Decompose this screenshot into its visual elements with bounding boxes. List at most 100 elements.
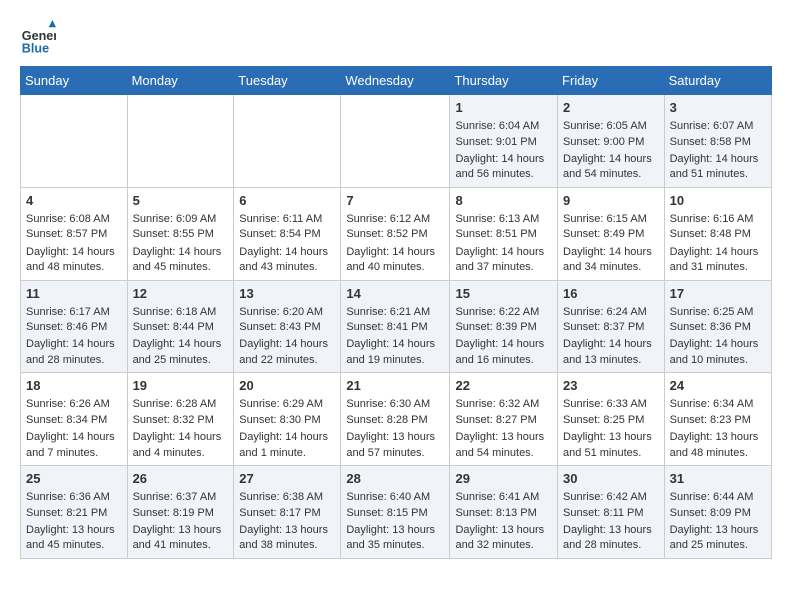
page-header: General Blue	[20, 20, 772, 56]
calendar-cell: 5Sunrise: 6:09 AMSunset: 8:55 PMDaylight…	[127, 187, 234, 280]
daylight-info: Daylight: 13 hours and 57 minutes.	[346, 430, 444, 461]
day-number: 3	[670, 99, 766, 117]
sunset-info: Sunset: 8:27 PM	[455, 414, 536, 426]
day-number: 2	[563, 99, 659, 117]
sunrise-info: Sunrise: 6:04 AM	[455, 120, 539, 132]
day-number: 27	[239, 470, 335, 488]
sunset-info: Sunset: 8:13 PM	[455, 507, 536, 519]
calendar-cell: 23Sunrise: 6:33 AMSunset: 8:25 PMDayligh…	[558, 373, 665, 466]
day-number: 12	[133, 285, 229, 303]
daylight-info: Daylight: 14 hours and 22 minutes.	[239, 337, 335, 368]
daylight-info: Daylight: 14 hours and 1 minute.	[239, 430, 335, 461]
sunset-info: Sunset: 8:44 PM	[133, 321, 214, 333]
sunrise-info: Sunrise: 6:42 AM	[563, 491, 647, 503]
sunset-info: Sunset: 8:57 PM	[26, 228, 107, 240]
sunset-info: Sunset: 8:28 PM	[346, 414, 427, 426]
sunrise-info: Sunrise: 6:13 AM	[455, 213, 539, 225]
sunrise-info: Sunrise: 6:40 AM	[346, 491, 430, 503]
day-number: 5	[133, 192, 229, 210]
sunrise-info: Sunrise: 6:12 AM	[346, 213, 430, 225]
sunset-info: Sunset: 9:00 PM	[563, 136, 644, 148]
sunset-info: Sunset: 8:15 PM	[346, 507, 427, 519]
sunset-info: Sunset: 9:01 PM	[455, 136, 536, 148]
daylight-info: Daylight: 13 hours and 38 minutes.	[239, 523, 335, 554]
calendar-cell: 2Sunrise: 6:05 AMSunset: 9:00 PMDaylight…	[558, 95, 665, 188]
sunrise-info: Sunrise: 6:22 AM	[455, 306, 539, 318]
day-number: 29	[455, 470, 552, 488]
sunset-info: Sunset: 8:39 PM	[455, 321, 536, 333]
daylight-info: Daylight: 14 hours and 16 minutes.	[455, 337, 552, 368]
day-number: 14	[346, 285, 444, 303]
header-sunday: Sunday	[21, 67, 128, 95]
day-number: 9	[563, 192, 659, 210]
sunset-info: Sunset: 8:43 PM	[239, 321, 320, 333]
sunset-info: Sunset: 8:36 PM	[670, 321, 751, 333]
sunset-info: Sunset: 8:37 PM	[563, 321, 644, 333]
day-number: 17	[670, 285, 766, 303]
calendar-cell	[127, 95, 234, 188]
sunrise-info: Sunrise: 6:44 AM	[670, 491, 754, 503]
daylight-info: Daylight: 14 hours and 7 minutes.	[26, 430, 122, 461]
logo: General Blue	[20, 20, 60, 56]
sunset-info: Sunset: 8:48 PM	[670, 228, 751, 240]
sunset-info: Sunset: 8:17 PM	[239, 507, 320, 519]
daylight-info: Daylight: 14 hours and 54 minutes.	[563, 152, 659, 183]
calendar-cell: 31Sunrise: 6:44 AMSunset: 8:09 PMDayligh…	[664, 466, 771, 559]
daylight-info: Daylight: 14 hours and 48 minutes.	[26, 245, 122, 276]
sunrise-info: Sunrise: 6:15 AM	[563, 213, 647, 225]
sunrise-info: Sunrise: 6:36 AM	[26, 491, 110, 503]
day-number: 31	[670, 470, 766, 488]
sunrise-info: Sunrise: 6:41 AM	[455, 491, 539, 503]
sunrise-info: Sunrise: 6:29 AM	[239, 398, 323, 410]
daylight-info: Daylight: 14 hours and 13 minutes.	[563, 337, 659, 368]
sunset-info: Sunset: 8:11 PM	[563, 507, 644, 519]
header-tuesday: Tuesday	[234, 67, 341, 95]
day-number: 10	[670, 192, 766, 210]
daylight-info: Daylight: 14 hours and 34 minutes.	[563, 245, 659, 276]
sunrise-info: Sunrise: 6:17 AM	[26, 306, 110, 318]
sunset-info: Sunset: 8:55 PM	[133, 228, 214, 240]
sunset-info: Sunset: 8:21 PM	[26, 507, 107, 519]
header-thursday: Thursday	[450, 67, 558, 95]
calendar-week-row: 1Sunrise: 6:04 AMSunset: 9:01 PMDaylight…	[21, 95, 772, 188]
sunrise-info: Sunrise: 6:30 AM	[346, 398, 430, 410]
day-number: 26	[133, 470, 229, 488]
calendar-cell	[234, 95, 341, 188]
calendar-cell: 20Sunrise: 6:29 AMSunset: 8:30 PMDayligh…	[234, 373, 341, 466]
calendar-cell	[21, 95, 128, 188]
header-saturday: Saturday	[664, 67, 771, 95]
calendar-cell: 1Sunrise: 6:04 AMSunset: 9:01 PMDaylight…	[450, 95, 558, 188]
calendar-cell: 21Sunrise: 6:30 AMSunset: 8:28 PMDayligh…	[341, 373, 450, 466]
sunrise-info: Sunrise: 6:25 AM	[670, 306, 754, 318]
calendar-cell: 28Sunrise: 6:40 AMSunset: 8:15 PMDayligh…	[341, 466, 450, 559]
daylight-info: Daylight: 13 hours and 25 minutes.	[670, 523, 766, 554]
day-number: 13	[239, 285, 335, 303]
logo-icon: General Blue	[20, 20, 56, 56]
calendar-cell: 3Sunrise: 6:07 AMSunset: 8:58 PMDaylight…	[664, 95, 771, 188]
calendar-cell: 10Sunrise: 6:16 AMSunset: 8:48 PMDayligh…	[664, 187, 771, 280]
day-number: 7	[346, 192, 444, 210]
calendar-cell: 24Sunrise: 6:34 AMSunset: 8:23 PMDayligh…	[664, 373, 771, 466]
calendar-cell: 29Sunrise: 6:41 AMSunset: 8:13 PMDayligh…	[450, 466, 558, 559]
calendar-cell: 14Sunrise: 6:21 AMSunset: 8:41 PMDayligh…	[341, 280, 450, 373]
day-number: 25	[26, 470, 122, 488]
calendar-cell: 16Sunrise: 6:24 AMSunset: 8:37 PMDayligh…	[558, 280, 665, 373]
header-friday: Friday	[558, 67, 665, 95]
sunset-info: Sunset: 8:19 PM	[133, 507, 214, 519]
calendar-cell: 26Sunrise: 6:37 AMSunset: 8:19 PMDayligh…	[127, 466, 234, 559]
calendar-cell: 19Sunrise: 6:28 AMSunset: 8:32 PMDayligh…	[127, 373, 234, 466]
day-number: 22	[455, 377, 552, 395]
sunrise-info: Sunrise: 6:07 AM	[670, 120, 754, 132]
calendar-cell: 27Sunrise: 6:38 AMSunset: 8:17 PMDayligh…	[234, 466, 341, 559]
sunrise-info: Sunrise: 6:20 AM	[239, 306, 323, 318]
sunset-info: Sunset: 8:25 PM	[563, 414, 644, 426]
sunrise-info: Sunrise: 6:34 AM	[670, 398, 754, 410]
calendar-week-row: 11Sunrise: 6:17 AMSunset: 8:46 PMDayligh…	[21, 280, 772, 373]
sunrise-info: Sunrise: 6:08 AM	[26, 213, 110, 225]
calendar-week-row: 4Sunrise: 6:08 AMSunset: 8:57 PMDaylight…	[21, 187, 772, 280]
sunset-info: Sunset: 8:58 PM	[670, 136, 751, 148]
calendar-header-row: SundayMondayTuesdayWednesdayThursdayFrid…	[21, 67, 772, 95]
daylight-info: Daylight: 13 hours and 35 minutes.	[346, 523, 444, 554]
sunset-info: Sunset: 8:32 PM	[133, 414, 214, 426]
calendar-cell: 15Sunrise: 6:22 AMSunset: 8:39 PMDayligh…	[450, 280, 558, 373]
